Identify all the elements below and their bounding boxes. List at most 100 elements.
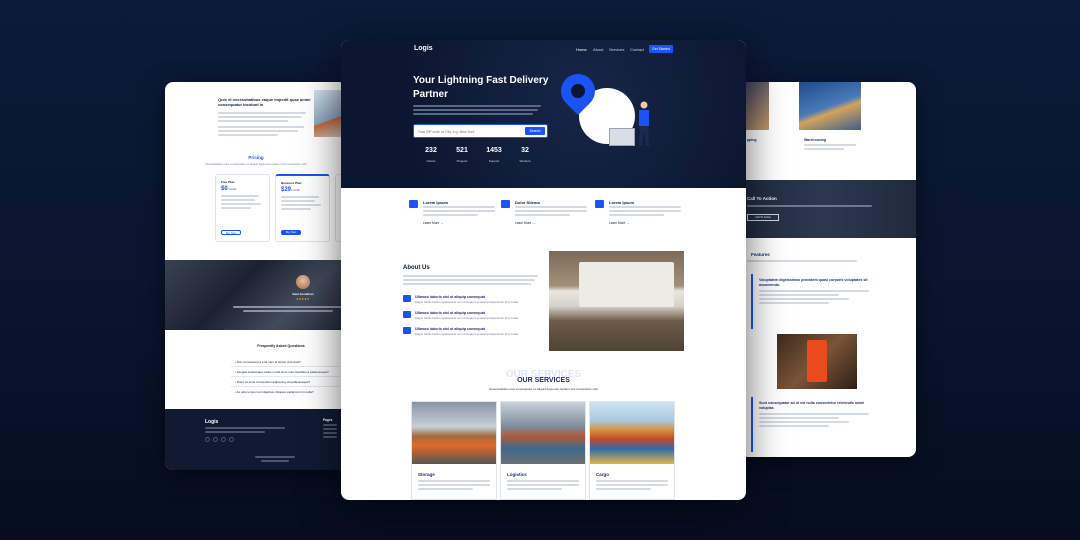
- about-description: [403, 275, 543, 287]
- nav-contact[interactable]: Contact: [630, 47, 644, 52]
- footer-copyright: [255, 456, 295, 464]
- plan-price: $29: [281, 187, 292, 193]
- buy-now-button[interactable]: Buy Now: [221, 230, 241, 235]
- search-box: Search: [413, 124, 548, 138]
- footer-text: [205, 427, 285, 435]
- service-text: [418, 480, 490, 492]
- cta-button[interactable]: Call To Action: [747, 214, 779, 221]
- main-page-preview: Logis Home About Services Contact Get St…: [341, 40, 746, 500]
- laptop-illustration: [609, 128, 635, 146]
- warehousing-image: [799, 82, 861, 130]
- pricing-subtitle: Necessitatibus eius consequatur ex aliqu…: [205, 162, 307, 166]
- learn-more-link[interactable]: Learn More →: [609, 221, 629, 225]
- truck-icon: [409, 200, 418, 208]
- twitter-icon[interactable]: [205, 437, 210, 442]
- delivery-person-illustration: [639, 101, 649, 146]
- faq-item[interactable]: › Non consectetur a erat nam at lectus u…: [235, 360, 301, 364]
- pricing-title: Pricing: [248, 155, 264, 160]
- faq-question: Dolor sit amet consectetur adipiscing el…: [236, 380, 311, 384]
- plan-period: / month: [227, 188, 237, 191]
- about-item-desc: Magni facilis facilis repellendus cum ex…: [415, 332, 519, 336]
- left-hero-title: Quis et necessitatibus eaque impedit qua…: [218, 97, 311, 107]
- service-card-storage[interactable]: Storage: [411, 401, 497, 500]
- stat-support: 1453 Support: [480, 147, 508, 163]
- faq-item[interactable]: › Dolor sit amet consectetur adipiscing …: [235, 380, 310, 384]
- testimonial-section: Saul Goodman ★★★★★: [165, 260, 347, 330]
- site-logo[interactable]: Logis: [414, 45, 433, 52]
- arrow-right-icon: →: [440, 221, 444, 225]
- faq-question: Non consectetur a erat nam at lectus urn…: [236, 360, 301, 364]
- learn-more-link[interactable]: Learn More →: [423, 221, 443, 225]
- pricing-card-business: Business Plan $29/ month Buy Now: [275, 174, 330, 242]
- logistics-image: [501, 402, 585, 464]
- stat-workers: 32 Workers: [511, 147, 539, 163]
- features-subtitle: [747, 260, 857, 264]
- card-label-shipping: pping: [747, 138, 757, 142]
- linkedin-icon[interactable]: [229, 437, 234, 442]
- service-card-logistics[interactable]: Logistics: [500, 401, 586, 500]
- stat-value: 1453: [486, 147, 502, 154]
- feature-title: Lorem Ipsum: [609, 200, 635, 205]
- rating-stars-icon: ★★★★★: [296, 297, 310, 301]
- stat-projects: 521 Projects: [448, 147, 476, 163]
- zip-search-input[interactable]: [418, 127, 518, 136]
- facebook-icon[interactable]: [213, 437, 218, 442]
- feature-block-text: [759, 413, 869, 427]
- phone-image: [777, 334, 857, 389]
- route-icon: [403, 311, 411, 318]
- learn-more-link[interactable]: Learn More →: [515, 221, 535, 225]
- faq-question: Feugiat scelerisque varius morbi enim nu…: [236, 370, 329, 374]
- features-title: Features: [751, 252, 770, 257]
- right-page-preview: pping Warehousing Call To Action Call To…: [733, 82, 916, 457]
- services-subtitle: Necessitatibus eius consequatur ex aliqu…: [489, 387, 598, 391]
- learn-more-label: Learn More: [423, 221, 440, 225]
- stat-clients: 232 Clients: [417, 147, 445, 163]
- service-text: [596, 480, 668, 492]
- nav-home[interactable]: Home: [576, 47, 587, 52]
- get-started-button[interactable]: Get Started: [649, 45, 673, 53]
- stat-value: 232: [425, 147, 437, 154]
- feature-block-1: Voluptatem dignissimos provident quasi c…: [751, 274, 916, 329]
- nav-about[interactable]: About: [593, 47, 603, 52]
- truck-illustration: [579, 262, 674, 307]
- testimonial-name: Saul Goodman: [292, 292, 314, 296]
- hero-title: Your Lightning Fast Delivery Partner: [413, 75, 549, 100]
- learn-more-label: Learn More: [515, 221, 532, 225]
- avatar: [296, 275, 310, 289]
- buy-now-button[interactable]: Buy Now: [281, 230, 301, 235]
- nav-services[interactable]: Services: [609, 47, 624, 52]
- left-footer: Logis Pages: [165, 409, 347, 470]
- footer-links-title: Pages: [323, 418, 333, 422]
- feature-title: Lorem Ipsum: [423, 200, 449, 205]
- feature-text: [609, 206, 681, 218]
- left-page-preview: Quis et necessitatibus eaque impedit qua…: [165, 82, 347, 470]
- instagram-icon[interactable]: [221, 437, 226, 442]
- service-text: [507, 480, 579, 492]
- about-item-desc: Magni facilis facilis repellendus cum ex…: [415, 316, 519, 320]
- service-title: Logistics: [507, 472, 527, 477]
- plan-period: / month: [291, 189, 301, 192]
- stat-value: 521: [456, 147, 468, 154]
- faq-item[interactable]: › Feugiat scelerisque varius morbi enim …: [235, 370, 329, 374]
- service-card-cargo[interactable]: Cargo: [589, 401, 675, 500]
- forklift-icon: [595, 200, 604, 208]
- learn-more-label: Learn More: [609, 221, 626, 225]
- stat-label: Clients: [426, 159, 436, 163]
- about-item-title: Ullamco laboris nisi ut aliquip consequa…: [415, 311, 485, 315]
- feature-title: Dolor Sitema: [515, 200, 540, 205]
- left-hero-text: [218, 112, 308, 138]
- cta-section: Call To Action Call To Action: [733, 180, 916, 238]
- faq-question: Ac odio tempor orci dapibus. Aliquam ele…: [236, 390, 314, 394]
- footer-logo: Logis: [205, 419, 219, 425]
- plan-name: Business Plan: [281, 181, 302, 185]
- faq-title: Frequently Asked Questions: [257, 344, 305, 348]
- feature-text: [423, 206, 495, 218]
- stat-label: Support: [488, 159, 500, 163]
- testimonial-text: [233, 306, 343, 314]
- feature-block-title: Voluptatem dignissimos provident quasi c…: [759, 278, 868, 287]
- about-item-title: Ullamco laboris nisi ut aliquip consequa…: [415, 327, 485, 331]
- cta-text: [747, 205, 872, 209]
- faq-item[interactable]: › Ac odio tempor orci dapibus. Aliquam e…: [235, 390, 314, 394]
- service-title: Cargo: [596, 472, 610, 477]
- search-button[interactable]: Search: [525, 127, 545, 135]
